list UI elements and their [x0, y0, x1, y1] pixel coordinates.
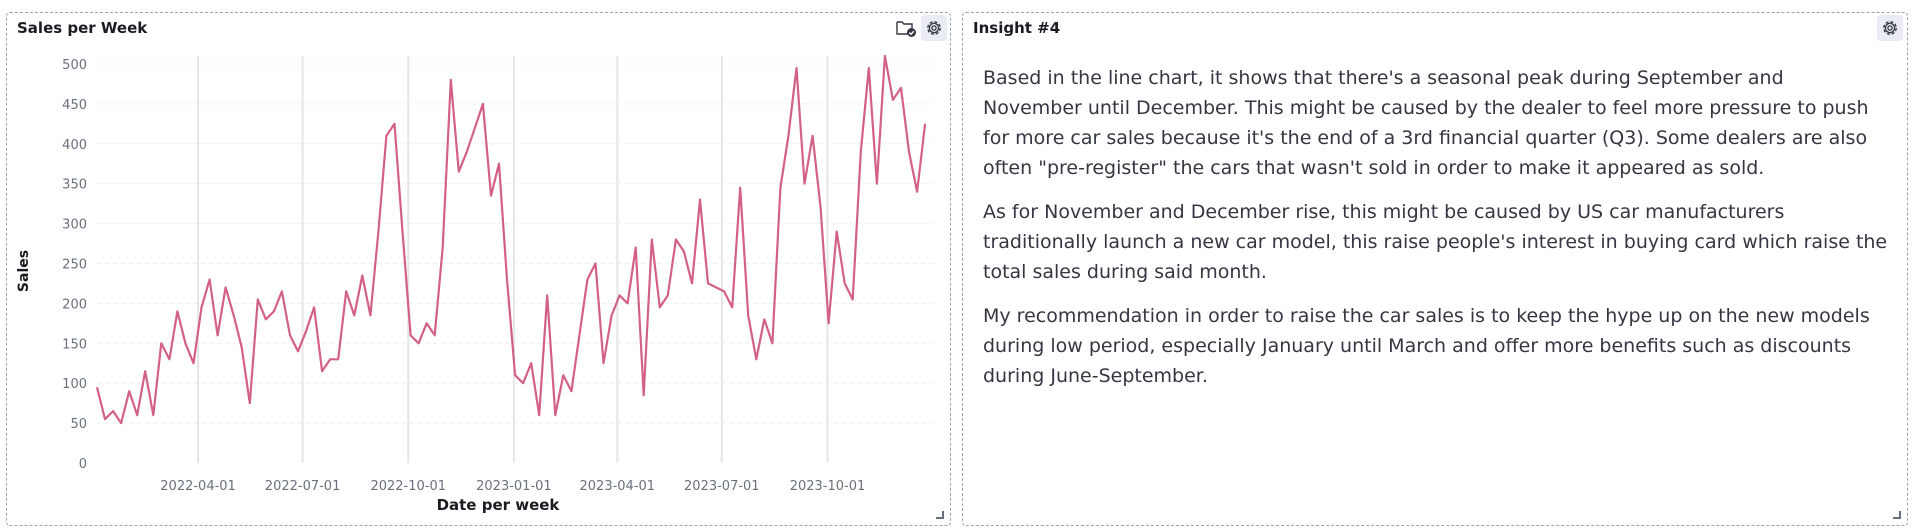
x-tick-label: 2022-07-01 — [265, 479, 341, 494]
gear-icon[interactable] — [1877, 15, 1903, 41]
x-axis-ticks: 2022-04-01 2022-07-01 2022-10-01 2023-01-01… — [160, 479, 865, 494]
x-tick-label: 2022-04-01 — [160, 479, 236, 494]
insight-text: Based in the line chart, it shows that t… — [983, 63, 1888, 405]
chart-grid — [97, 56, 932, 463]
resize-handle-icon[interactable] — [1893, 511, 1901, 519]
y-tick-label: 450 — [62, 98, 87, 113]
y-tick-label: 200 — [62, 297, 87, 312]
x-tick-label: 2023-07-01 — [684, 479, 760, 494]
chart-panel: Sales per Week 0 50 100 150 200 250 300 350 400 4… — [6, 12, 951, 526]
insight-paragraph-1: Based in the line chart, it shows that t… — [983, 67, 1869, 179]
y-tick-label: 300 — [62, 218, 87, 233]
x-axis-label: Date per week — [437, 496, 561, 514]
insight-paragraph-3: My recommendation in order to raise the … — [983, 305, 1870, 387]
x-tick-label: 2023-04-01 — [580, 479, 656, 494]
y-tick-label: 50 — [70, 417, 87, 432]
x-tick-label: 2023-01-01 — [476, 479, 552, 494]
y-tick-label: 500 — [62, 58, 87, 73]
y-tick-label: 400 — [62, 138, 87, 153]
resize-handle-icon[interactable] — [936, 511, 944, 519]
insight-panel-title: Insight #4 — [973, 19, 1061, 37]
y-tick-label: 100 — [62, 377, 87, 392]
line-chart: 0 50 100 150 200 250 300 350 400 450 500 2022-04-0… — [16, 54, 932, 514]
y-tick-label: 150 — [62, 337, 87, 352]
insight-paragraph-2: As for November and December rise, this … — [983, 201, 1888, 283]
chart-series — [95, 54, 927, 425]
y-axis-ticks: 0 50 100 150 200 250 300 350 400 450 500 — [62, 58, 87, 472]
series-line — [95, 54, 927, 425]
x-tick-label: 2022-10-01 — [370, 479, 446, 494]
y-tick-label: 350 — [62, 178, 87, 193]
y-axis-label: Sales — [16, 250, 32, 292]
insight-panel: Insight #4 Based in the line chart, it s… — [962, 12, 1908, 526]
y-tick-label: 250 — [62, 257, 87, 272]
y-tick-label: 0 — [79, 457, 87, 472]
x-tick-label: 2023-10-01 — [790, 479, 866, 494]
